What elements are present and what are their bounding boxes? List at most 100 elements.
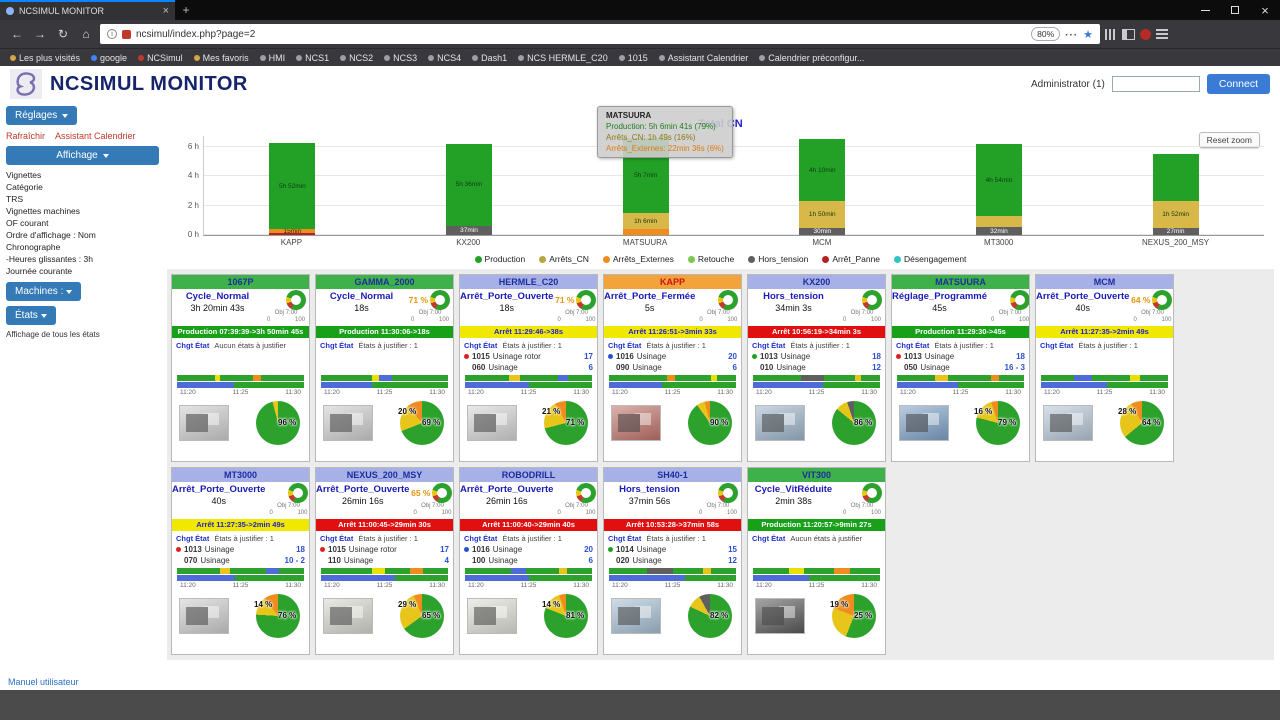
legend-item[interactable]: Production — [475, 254, 526, 264]
refresh-button[interactable] — [54, 27, 72, 41]
legend-item[interactable]: Hors_tension — [748, 254, 808, 264]
job-row[interactable]: 1013Usinage18 — [752, 351, 881, 362]
zoom-level[interactable]: 80% — [1031, 27, 1060, 41]
minimize-button[interactable] — [1190, 0, 1220, 20]
bar[interactable]: 37min5h 36min — [446, 144, 492, 235]
assistant-calendrier-link[interactable]: Assistant Calendrier — [55, 131, 136, 141]
chgt-etat-link[interactable]: Chgt État — [464, 341, 497, 350]
job-row[interactable]: 110Usinage4 — [320, 555, 449, 566]
extension-icon[interactable] — [1140, 29, 1151, 40]
display-option[interactable]: Catégorie — [6, 181, 159, 193]
chgt-etat-link[interactable]: Chgt État — [176, 341, 209, 350]
machine-card[interactable]: SH40-1Hors_tension37min 56sObj 7:000100A… — [603, 467, 742, 655]
bookmark-item[interactable]: NCS3 — [384, 53, 417, 63]
machine-card[interactable]: MT3000Arrêt_Porte_Ouverte40sObj 7:000100… — [171, 467, 310, 655]
job-row[interactable]: 070Usinage10 - 2 — [176, 555, 305, 566]
display-option[interactable]: Ordre d'affichage : Nom — [6, 229, 159, 241]
bookmark-item[interactable]: Mes favoris — [194, 53, 249, 63]
bookmark-item[interactable]: Calendrier préconfigur... — [759, 53, 864, 63]
machine-card[interactable]: 1067PCycle_Normal3h 20min 43sObj 7:00010… — [171, 274, 310, 462]
bookmark-star-icon[interactable] — [1083, 25, 1093, 43]
machine-card[interactable]: VIT300Cycle_VitRéduite2min 38sObj 7:0001… — [747, 467, 886, 655]
bookmark-item[interactable]: NCSimul — [138, 53, 183, 63]
job-row[interactable]: 090Usinage6 — [608, 362, 737, 373]
bar[interactable]: 32min4h 54min — [976, 144, 1022, 235]
sidebar-toggle-icon[interactable] — [1122, 29, 1135, 40]
rafraichir-link[interactable]: Rafraîchir — [6, 131, 45, 141]
job-row[interactable]: 1015Usinage rotor17 — [320, 544, 449, 555]
connect-button[interactable]: Connect — [1207, 74, 1270, 94]
chgt-etat-link[interactable]: Chgt État — [1040, 341, 1073, 350]
menu-icon[interactable] — [1156, 29, 1168, 39]
affichage-button[interactable]: Affichage — [6, 146, 159, 165]
chgt-etat-link[interactable]: Chgt État — [896, 341, 929, 350]
job-row[interactable]: 1016Usinage20 — [464, 544, 593, 555]
url-bar[interactable]: ncsimul/index.php?page=2 80% — [100, 24, 1100, 44]
browser-tab[interactable]: NCSIMUL MONITOR — [0, 0, 175, 20]
machine-card[interactable]: HERMLE_C20Arrêt_Porte_Ouverte18s71 %Obj … — [459, 274, 598, 462]
manual-link[interactable]: Manuel utilisateur — [8, 677, 79, 687]
home-button[interactable] — [77, 27, 95, 41]
reglages-button[interactable]: Réglages — [6, 106, 77, 125]
job-row[interactable]: 050Usinage16 - 3 — [896, 362, 1025, 373]
machine-card[interactable]: MATSUURARéglage_Programmé45sObj 7:000100… — [891, 274, 1030, 462]
info-icon[interactable] — [107, 29, 117, 39]
page-actions-icon[interactable] — [1065, 25, 1078, 43]
bar[interactable]: 30min1h 50min4h 10min — [799, 139, 845, 235]
chgt-etat-link[interactable]: Chgt État — [752, 341, 785, 350]
bookmark-item[interactable]: NCS2 — [340, 53, 373, 63]
machine-card[interactable]: ROBODRILLArrêt_Porte_Ouverte26min 16sObj… — [459, 467, 598, 655]
new-tab-button[interactable] — [175, 0, 197, 20]
chgt-etat-link[interactable]: Chgt État — [608, 534, 641, 543]
bookmark-item[interactable]: Les plus visités — [10, 53, 80, 63]
machine-card[interactable]: KAPPArrêt_Porte_Fermée5sObj 7:000100Arrê… — [603, 274, 742, 462]
bookmark-item[interactable]: Dash1 — [472, 53, 507, 63]
legend-item[interactable]: Arrêts_CN — [539, 254, 589, 264]
job-row[interactable]: 1016Usinage20 — [608, 351, 737, 362]
display-option[interactable]: OF courant — [6, 217, 159, 229]
bookmark-item[interactable]: NCS HERMLE_C20 — [518, 53, 608, 63]
bookmark-item[interactable]: 1015 — [619, 53, 648, 63]
job-row[interactable]: 010Usinage12 — [752, 362, 881, 373]
tab-close-icon[interactable] — [163, 5, 169, 17]
bookmark-item[interactable]: Assistant Calendrier — [659, 53, 749, 63]
legend-item[interactable]: Arrêt_Panne — [822, 254, 880, 264]
job-row[interactable]: 1013Usinage18 — [896, 351, 1025, 362]
job-row[interactable]: 1014Usinage15 — [608, 544, 737, 555]
etats-button[interactable]: États — [6, 306, 56, 325]
library-icon[interactable] — [1105, 29, 1117, 40]
machine-card[interactable]: GAMMA_2000Cycle_Normal18s71 %Obj 7:00010… — [315, 274, 454, 462]
machine-card[interactable]: KX200Hors_tension34min 3sObj 7:000100Arr… — [747, 274, 886, 462]
legend-item[interactable]: Désengagement — [894, 254, 966, 264]
bookmark-item[interactable]: google — [91, 53, 127, 63]
maximize-button[interactable] — [1220, 0, 1250, 20]
display-option[interactable]: Vignettes — [6, 169, 159, 181]
display-option[interactable]: Chronographe — [6, 241, 159, 253]
job-row[interactable]: 100Usinage6 — [464, 555, 593, 566]
close-button[interactable] — [1250, 0, 1280, 20]
chgt-etat-link[interactable]: Chgt État — [752, 534, 785, 543]
bookmark-item[interactable]: HMI — [260, 53, 286, 63]
job-row[interactable]: 1015Usinage rotor17 — [464, 351, 593, 362]
chgt-etat-link[interactable]: Chgt État — [320, 341, 353, 350]
back-button[interactable] — [8, 27, 26, 41]
bookmark-item[interactable]: NCS1 — [296, 53, 329, 63]
machine-card[interactable]: MCMArrêt_Porte_Ouverte40s64 %Obj 7:00010… — [1035, 274, 1174, 462]
bar[interactable]: 27min1h 52min — [1153, 154, 1199, 235]
display-option[interactable]: Vignettes machines — [6, 205, 159, 217]
machine-card[interactable]: NEXUS_200_MSYArrêt_Porte_Ouverte26min 16… — [315, 467, 454, 655]
chgt-etat-link[interactable]: Chgt État — [176, 534, 209, 543]
display-option[interactable]: Journée courante — [6, 265, 159, 277]
job-row[interactable]: 1013Usinage18 — [176, 544, 305, 555]
bar[interactable]: 15min5h 52min — [269, 143, 315, 235]
bookmark-item[interactable]: NCS4 — [428, 53, 461, 63]
legend-item[interactable]: Retouche — [688, 254, 734, 264]
job-row[interactable]: 060Usinage6 — [464, 362, 593, 373]
login-input[interactable] — [1112, 76, 1200, 92]
legend-item[interactable]: Arrêts_Externes — [603, 254, 674, 264]
forward-button[interactable] — [31, 27, 49, 41]
display-option[interactable]: -Heures glissantes : 3h — [6, 253, 159, 265]
chgt-etat-link[interactable]: Chgt État — [320, 534, 353, 543]
chgt-etat-link[interactable]: Chgt État — [464, 534, 497, 543]
job-row[interactable]: 020Usinage12 — [608, 555, 737, 566]
